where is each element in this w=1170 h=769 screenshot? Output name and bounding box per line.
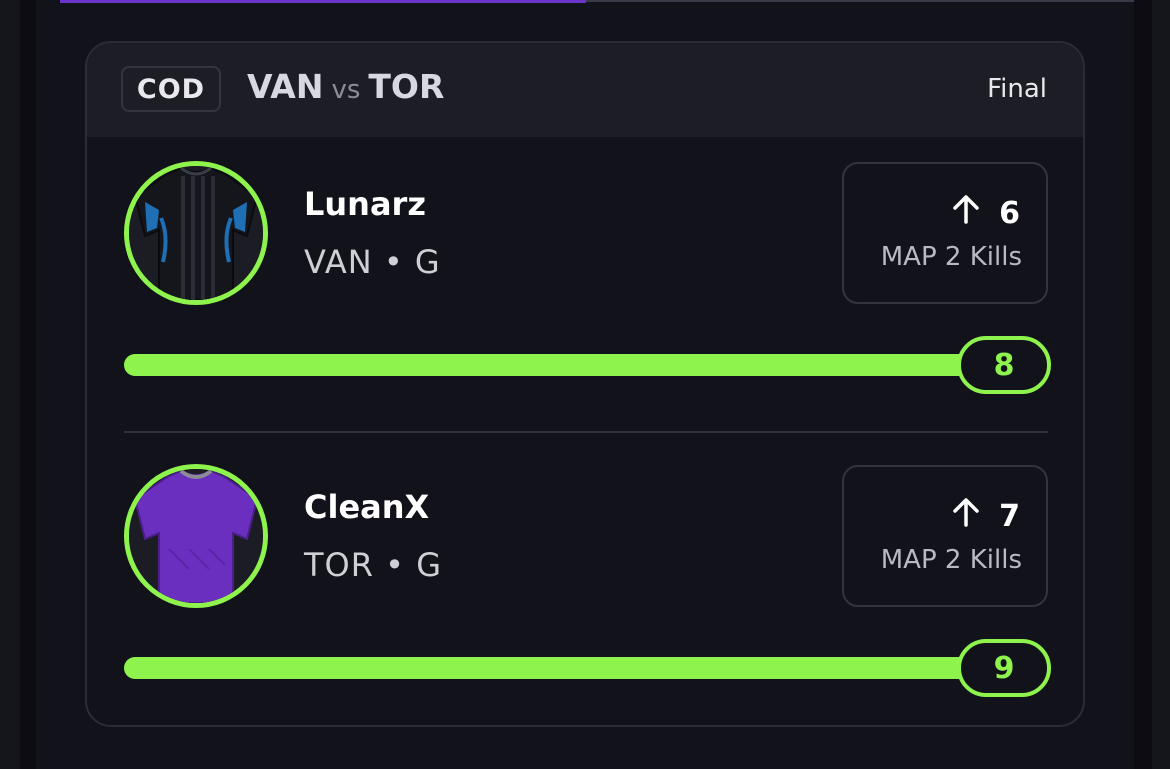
left-gutter — [0, 0, 20, 769]
meta-separator: • — [383, 243, 404, 281]
match-header: COD VAN vs TOR Final — [87, 43, 1083, 137]
jersey-icon — [129, 469, 263, 603]
player-name: CleanX — [304, 488, 430, 526]
player-divider — [124, 431, 1048, 433]
stat-label: MAP 2 Kills — [880, 545, 1022, 575]
progress-fill — [124, 354, 1048, 376]
projection-value: 7 — [999, 498, 1020, 534]
avatar — [124, 464, 268, 608]
away-team: TOR — [368, 67, 445, 106]
screen: COD VAN vs TOR Final Lunarz VAN • G 6 MA… — [0, 0, 1170, 769]
player-team: TOR — [304, 546, 374, 584]
match-status: Final — [987, 74, 1047, 104]
home-team: VAN — [247, 67, 324, 106]
sport-badge: COD — [121, 66, 221, 112]
jersey-icon — [129, 166, 263, 300]
avatar — [124, 161, 268, 305]
projection-line: 6 — [951, 194, 1020, 232]
progress-bar — [124, 657, 1048, 679]
tab-underline — [586, 0, 1134, 2]
actual-value-pill: 9 — [957, 639, 1051, 697]
match-card[interactable]: COD VAN vs TOR Final Lunarz VAN • G 6 MA… — [85, 41, 1085, 727]
matchup-title: VAN vs TOR — [247, 67, 444, 106]
active-tab-indicator — [60, 0, 586, 3]
meta-separator: • — [385, 546, 406, 584]
player-name: Lunarz — [304, 185, 426, 223]
player-team: VAN — [304, 243, 373, 281]
progress-fill — [124, 657, 1048, 679]
player-position: G — [416, 546, 442, 584]
stat-label: MAP 2 Kills — [880, 242, 1022, 272]
arrow-up-icon — [951, 497, 981, 535]
projection-value: 6 — [999, 195, 1020, 231]
progress-bar — [124, 354, 1048, 376]
projection-line: 7 — [951, 497, 1020, 535]
player-position: G — [414, 243, 441, 281]
right-gutter — [1152, 0, 1170, 769]
player-meta: TOR • G — [304, 546, 442, 584]
projection-box[interactable]: 7 MAP 2 Kills — [842, 465, 1048, 607]
vs-label: vs — [331, 75, 361, 105]
player-meta: VAN • G — [304, 243, 441, 281]
arrow-up-icon — [951, 194, 981, 232]
projection-box[interactable]: 6 MAP 2 Kills — [842, 162, 1048, 304]
actual-value-pill: 8 — [957, 336, 1051, 394]
